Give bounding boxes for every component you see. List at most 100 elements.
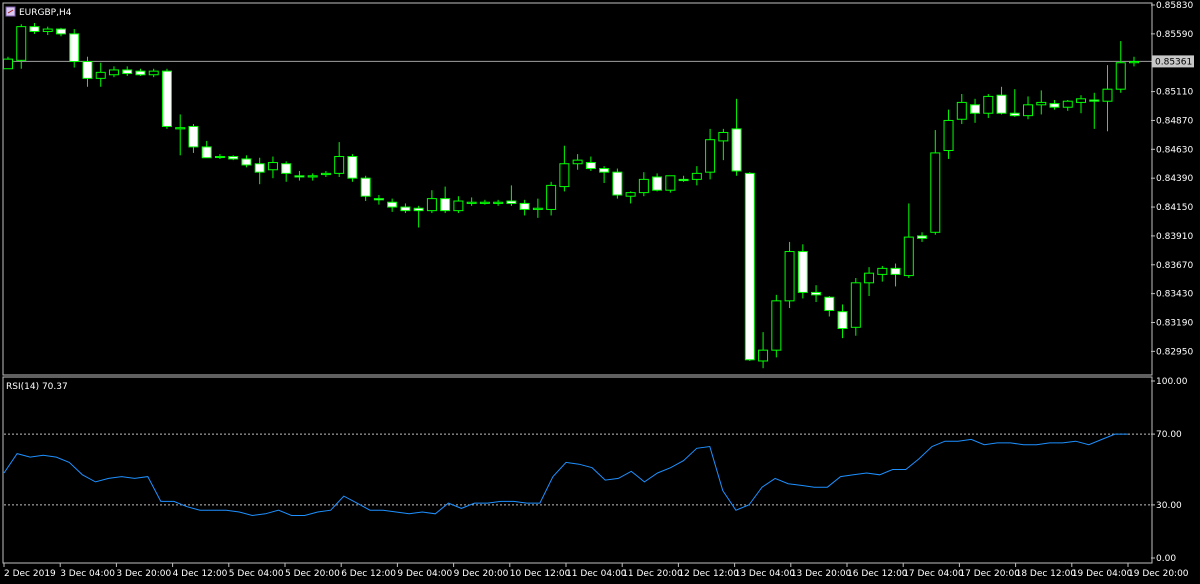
candle-body-bull: [691, 172, 702, 180]
candle-body-bull: [850, 282, 861, 328]
candle-body-bear: [122, 69, 133, 75]
rsi-tick-label: 0.00: [1156, 554, 1176, 564]
candle[interactable]: [771, 294, 782, 358]
candle-body-bull: [559, 163, 570, 188]
time-tick-label: 17 Dec 04:00: [903, 569, 964, 579]
rsi-tick-label: 100.00: [1156, 377, 1188, 387]
time-tick-label: 2 Dec 2019: [4, 569, 56, 579]
candle-body-bear: [161, 70, 172, 127]
time-tick-label: 17 Dec 20:00: [959, 569, 1020, 579]
candle-body-bull: [16, 26, 27, 61]
trading-chart: 0.85830 0.85590 0.85361 0.85110 0.84870 0.846…: [0, 0, 1200, 584]
price-tick-label: 0.85110: [1156, 88, 1193, 98]
candle-body-bear: [652, 176, 663, 191]
candle[interactable]: [744, 172, 755, 361]
candle[interactable]: [850, 277, 861, 336]
candle-body-bear: [373, 198, 384, 201]
candle-body-bear: [201, 146, 212, 159]
candle-body-bear: [440, 198, 451, 212]
candle-body-bear: [400, 206, 411, 212]
time-tick-label: 13 Dec 20:00: [791, 569, 852, 579]
candle-body-bear: [837, 311, 848, 330]
candle-body-bear: [254, 163, 265, 173]
candle-body-bear: [824, 296, 835, 311]
time-tick-label: 3 Dec 20:00: [116, 569, 171, 579]
candle[interactable]: [228, 155, 239, 161]
candle-body-bear: [612, 171, 623, 196]
time-tick-label: 6 Dec 12:00: [341, 569, 396, 579]
candle-body-bull: [3, 58, 13, 70]
price-tick-label: 0.83670: [1156, 261, 1193, 271]
time-tick-label: 18 Dec 12:00: [1016, 569, 1077, 579]
price-tick-label: 0.83910: [1156, 232, 1193, 242]
price-tick-label: 0.84150: [1156, 203, 1193, 213]
candle-body-bull: [546, 184, 557, 210]
candle-body-bull: [625, 192, 636, 197]
candle-body-bull: [267, 162, 278, 171]
time-tick-label: 12 Dec 12:00: [678, 569, 739, 579]
candle[interactable]: [784, 241, 795, 309]
candle-body-bear: [506, 200, 517, 204]
time-tick-label: 4 Dec 12:00: [173, 569, 228, 579]
time-tick-label: 19 Dec 20:00: [1128, 569, 1189, 579]
candle-body-bull: [466, 201, 477, 204]
candle-body-bull: [705, 139, 716, 173]
candle-body-bear: [731, 128, 742, 172]
candle-body-bear: [811, 291, 822, 296]
candle-body-bull: [718, 131, 729, 142]
candle-body-bull: [943, 119, 954, 152]
candle-body-bull: [426, 198, 437, 212]
candle-body-bull: [493, 201, 504, 204]
candle[interactable]: [347, 154, 358, 182]
candle-body-bear: [347, 156, 358, 179]
candle-body-bull: [532, 207, 543, 210]
candle-body-bear: [519, 202, 530, 210]
candle-body-bear: [996, 94, 1007, 114]
candle-body-bear: [890, 267, 901, 275]
candle-body-bear: [281, 163, 292, 174]
candle-body-bull: [665, 175, 676, 191]
price-tick-label: 0.83190: [1156, 318, 1193, 328]
candle-body-bear: [599, 168, 610, 173]
candle[interactable]: [665, 175, 676, 193]
price-tick-label: 0.84390: [1156, 174, 1193, 184]
current-price-label: 0.85361: [1155, 57, 1192, 67]
candle-body-bear: [970, 104, 981, 114]
candle-body-bull: [1115, 62, 1126, 90]
candle-body-bull: [1062, 100, 1073, 108]
candle-body-bull: [983, 95, 994, 114]
candle-body-bear: [69, 33, 80, 63]
candle-body-bull: [42, 28, 53, 32]
candle-body-bear: [241, 158, 252, 166]
candle-body-bear: [135, 70, 146, 76]
candle-body-bear: [585, 162, 596, 170]
rsi-tick-label: 30.00: [1156, 501, 1182, 511]
candle-body-bear: [678, 178, 689, 182]
candle[interactable]: [161, 68, 172, 129]
candle-body-bear: [55, 28, 66, 35]
candle[interactable]: [797, 244, 808, 299]
candle-body-bear: [1009, 112, 1020, 117]
candle-body-bear: [228, 156, 239, 160]
price-tick-label: 0.82950: [1156, 347, 1193, 357]
candle[interactable]: [612, 168, 623, 199]
time-tick-label: 10 Dec 12:00: [510, 569, 571, 579]
candle-body-bull: [956, 101, 967, 120]
price-tick-label: 0.85590: [1156, 30, 1193, 40]
price-tick-label: 0.84870: [1156, 116, 1193, 126]
candle-body-bull: [1023, 104, 1034, 117]
price-tick-label: 0.84630: [1156, 145, 1193, 155]
candle-body-bull: [320, 172, 331, 176]
time-tick-label: 13 Dec 04:00: [735, 569, 796, 579]
candle-body-bear: [387, 201, 398, 208]
candle-body-bull: [307, 175, 318, 178]
candle-body-bear: [413, 207, 424, 212]
candle-body-bear: [1049, 103, 1060, 108]
candle-body-bear: [82, 61, 93, 79]
candle-body-bull: [214, 156, 225, 159]
candle-body-bull: [1102, 88, 1113, 102]
candle[interactable]: [69, 29, 80, 68]
candle-body-bull: [771, 300, 782, 351]
candle-body-bull: [479, 201, 490, 204]
candle-body-bull: [784, 251, 795, 302]
